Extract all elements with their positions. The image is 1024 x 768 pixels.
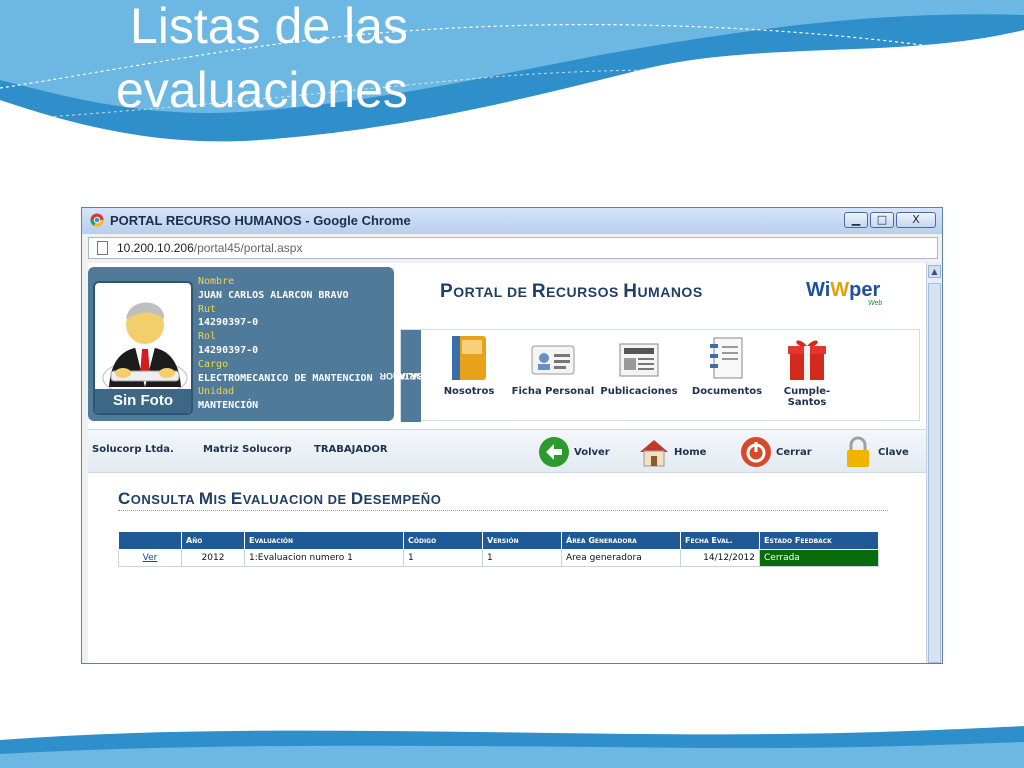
url-text[interactable]: 10.200.10.206/portal45/portal.aspx — [117, 241, 302, 255]
maximize-button[interactable]: □ — [870, 212, 894, 228]
col-header-evaluacion: Evaluación — [244, 531, 404, 550]
cell-fecha: 14/12/2012 — [680, 549, 760, 567]
portal-menu: PORTAL TRABAJADOR Nosotros Ficha Personal… — [380, 329, 920, 422]
window-title: PORTAL RECURSO HUMANOS - Google Chrome — [110, 213, 411, 228]
cell-anio: 2012 — [181, 549, 245, 567]
cargo-label: Cargo — [198, 358, 229, 370]
menu-item-ficha-personal[interactable]: Ficha Personal — [511, 334, 595, 397]
nombre-label: Nombre — [198, 276, 235, 287]
profile-card: Sin Foto Nombre JUAN CARLOS ALARCON BRAV… — [88, 267, 394, 421]
cell-estado: Cerrada — [759, 549, 879, 567]
unidad-value: MANTENCIÓN — [198, 400, 259, 412]
url-path: /portal45/portal.aspx — [193, 241, 303, 255]
menu-item-nosotros[interactable]: Nosotros — [429, 334, 509, 397]
rut-label: Rut — [198, 303, 217, 315]
cell-area: Area generadora — [561, 549, 681, 567]
table-row: Ver 2012 1:Evaluacion numero 1 1 1 Area … — [118, 549, 879, 567]
scroll-up-arrow-icon[interactable]: ▲ — [928, 265, 941, 278]
col-header-fecha: Fecha Eval. — [680, 531, 760, 550]
section-title: CONSULTA MIS EVALUACION DE DESEMPEÑO — [118, 489, 442, 508]
browser-window: PORTAL RECURSO HUMANOS - Google Chrome ▁… — [81, 207, 943, 664]
col-header-anio: Año — [181, 531, 245, 550]
volver-button[interactable]: Volver — [538, 436, 610, 468]
portal-trabajador-label: PORTAL TRABAJADOR — [380, 330, 443, 422]
scroll-thumb[interactable] — [928, 283, 941, 663]
table-header-row: Año Evaluación Código Versión Área Gener… — [118, 531, 879, 550]
page-icon — [97, 241, 108, 255]
user-avatar-icon — [102, 302, 188, 389]
ver-link[interactable]: Ver — [143, 553, 158, 563]
back-arrow-icon — [538, 436, 570, 468]
notebook-icon — [704, 334, 750, 382]
winper-logo: WiWper — [806, 279, 881, 301]
url-host: 10.200.10.206 — [117, 241, 194, 255]
home-button[interactable]: Home — [638, 436, 706, 468]
clave-button[interactable]: Clave — [842, 436, 909, 468]
minimize-button[interactable]: ▁ — [844, 212, 868, 228]
vertical-scrollbar[interactable]: ▲ — [926, 263, 942, 663]
book-icon — [446, 334, 492, 382]
home-icon — [638, 436, 670, 468]
nombre-value: JUAN CARLOS ALARCON BRAVO — [198, 289, 349, 301]
padlock-icon — [842, 436, 874, 468]
rol-label: Rol — [198, 331, 217, 343]
menu-item-cumpleanos[interactable]: Cumple- Santos — [767, 334, 847, 408]
chrome-icon — [90, 213, 104, 227]
section-divider — [118, 510, 888, 511]
profile-info: Nombre JUAN CARLOS ALARCON BRAVO Rut 142… — [198, 275, 373, 413]
slide-bottom-wave — [0, 726, 1024, 768]
page-viewport: Sin Foto Nombre JUAN CARLOS ALARCON BRAV… — [88, 263, 926, 663]
power-off-icon — [740, 436, 772, 468]
rol-value: 14290397-0 — [198, 344, 259, 356]
cargo-value: ELECTROMECANICO DE MANTENCION — [198, 372, 373, 384]
cell-ver: Ver — [118, 549, 182, 567]
evaluations-table: Año Evaluación Código Versión Área Gener… — [118, 531, 879, 567]
address-bar[interactable]: 10.200.10.206/portal45/portal.aspx — [88, 237, 938, 259]
navigation-bar: Solucorp Ltda. Matriz Solucorp TRABAJADO… — [88, 429, 926, 473]
company-name: Solucorp Ltda. — [92, 444, 174, 455]
slide-title: Listas de las evaluaciones — [116, 0, 408, 122]
window-titlebar[interactable]: PORTAL RECURSO HUMANOS - Google Chrome ▁… — [82, 208, 942, 234]
cell-codigo: 1 — [403, 549, 483, 567]
menu-item-documentos[interactable]: Documentos — [687, 334, 767, 397]
close-window-button[interactable]: X — [896, 212, 936, 228]
cell-version: 1 — [482, 549, 562, 567]
col-header-estado: Estado Feedback — [759, 531, 879, 550]
sin-foto-label: Sin Foto — [95, 389, 191, 413]
rut-value: 14290397-0 — [198, 317, 259, 329]
id-card-icon — [530, 334, 576, 382]
menu-item-publicaciones[interactable]: Publicaciones — [597, 334, 681, 397]
cerrar-button[interactable]: Cerrar — [740, 436, 812, 468]
slide-title-line-2: evaluaciones — [116, 62, 408, 118]
col-header-action — [118, 531, 182, 550]
role-name: TRABAJADOR — [314, 444, 388, 455]
newspaper-icon — [616, 334, 662, 382]
cell-evaluacion: 1:Evaluacion numero 1 — [244, 549, 404, 567]
winper-logo-sub: Web — [868, 300, 883, 307]
portal-title: PORTAL DE RECURSOS HUMANOS — [440, 281, 703, 302]
col-header-area: Área Generadora — [561, 531, 681, 550]
unidad-label: Unidad — [198, 386, 235, 398]
gift-icon — [784, 334, 830, 382]
col-header-codigo: Código — [403, 531, 483, 550]
profile-photo: Sin Foto — [93, 281, 193, 415]
slide-title-line-1: Listas de las — [130, 0, 408, 54]
matrix-name: Matriz Solucorp — [203, 444, 292, 455]
col-header-version: Versión — [482, 531, 562, 550]
